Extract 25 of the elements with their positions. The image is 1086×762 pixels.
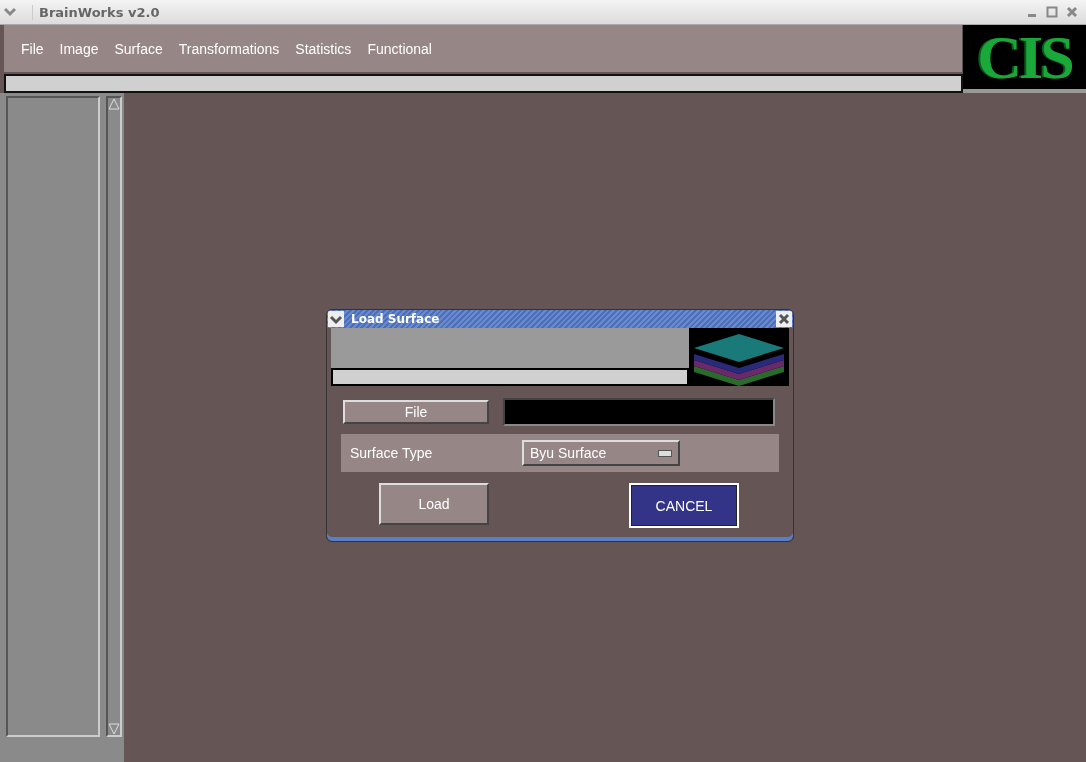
maximize-icon[interactable] [1046, 6, 1058, 18]
logo-text: CIS [977, 26, 1072, 88]
list-panel[interactable] [6, 96, 100, 737]
menu-item[interactable]: File [13, 40, 52, 57]
menu-item[interactable]: Image [51, 40, 107, 57]
scrollbar[interactable] [106, 96, 122, 737]
up-arrow-icon[interactable] [108, 98, 120, 110]
menu-item[interactable]: Transformations [170, 40, 288, 57]
down-arrow-icon[interactable] [108, 723, 120, 735]
surface-type-label: Surface Type [350, 445, 434, 461]
close-icon[interactable] [1066, 6, 1078, 18]
menu-item[interactable]: Surface [106, 40, 171, 57]
file-input-field[interactable] [503, 398, 775, 426]
close-icon[interactable] [776, 311, 792, 327]
option-menu-icon [658, 449, 672, 457]
load-button[interactable]: Load [379, 483, 489, 525]
menu-item[interactable]: Statistics [287, 40, 360, 57]
file-button[interactable]: File [343, 400, 489, 424]
dialog-title: Load Surface [351, 312, 441, 326]
surface-type-dropdown[interactable]: Byu Surface [522, 440, 680, 466]
window-title: BrainWorks v2.0 [32, 4, 1026, 20]
menu-item[interactable]: Functional [359, 40, 440, 57]
chevron-icon[interactable] [4, 6, 16, 18]
cancel-button[interactable]: CANCEL [629, 483, 739, 528]
chevron-icon[interactable] [328, 311, 344, 327]
